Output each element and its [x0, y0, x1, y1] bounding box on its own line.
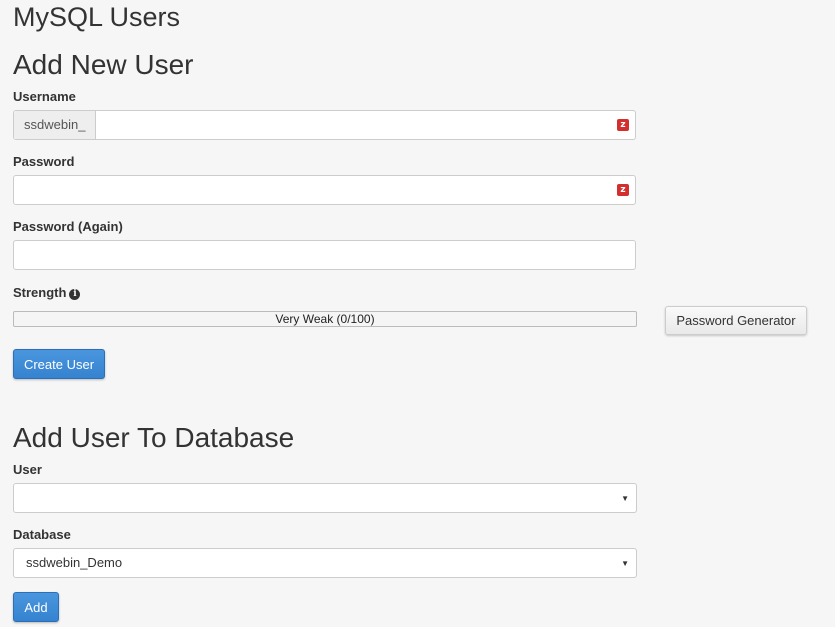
chevron-down-icon: ▼ [621, 559, 629, 568]
database-label: Database [13, 527, 71, 542]
add-button[interactable]: Add [13, 592, 59, 622]
password-again-input[interactable] [14, 241, 635, 269]
chevron-down-icon: ▼ [621, 494, 629, 503]
strength-label-row: Strength i [13, 285, 81, 300]
strength-label: Strength [13, 285, 67, 300]
password-input[interactable] [14, 176, 635, 204]
password-strength-meter: Very Weak (0/100) [13, 311, 637, 327]
password-field-group: z [13, 175, 636, 205]
username-label: Username [13, 89, 76, 104]
info-icon[interactable]: i [69, 289, 81, 300]
username-input[interactable] [97, 111, 607, 139]
password-again-field-group [13, 240, 636, 270]
user-select[interactable]: ▼ [13, 483, 637, 513]
password-manager-icon[interactable]: z [617, 119, 629, 131]
database-selected-value: ssdwebin_Demo [26, 555, 123, 570]
add-user-to-database-heading: Add User To Database [13, 422, 295, 453]
user-label: User [13, 462, 42, 477]
strength-text: Very Weak (0/100) [275, 312, 375, 326]
username-field-group: ssdwebin_ z [13, 110, 636, 140]
mysql-users-page: MySQL Users Add New User Username ssdweb… [0, 0, 835, 627]
add-new-user-heading: Add New User [13, 49, 194, 80]
create-user-button[interactable]: Create User [13, 349, 105, 379]
password-generator-button[interactable]: Password Generator [665, 306, 807, 335]
username-prefix: ssdwebin_ [14, 111, 96, 139]
password-manager-icon[interactable]: z [617, 184, 629, 196]
password-label: Password [13, 154, 75, 169]
page-title: MySQL Users [13, 2, 181, 32]
database-select[interactable]: ssdwebin_Demo ▼ [13, 548, 637, 578]
password-again-label: Password (Again) [13, 219, 123, 234]
